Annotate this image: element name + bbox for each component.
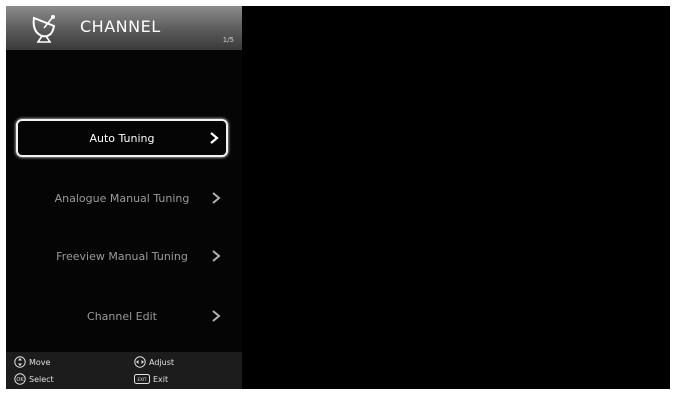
exit-key-text: EXIT (138, 377, 147, 382)
page-indicator: 1/5 (222, 36, 234, 44)
chevron-right-icon (210, 132, 219, 144)
ok-key-text: OK (16, 377, 24, 383)
chevron-right-icon (212, 250, 221, 262)
menu-item-label: Freeview Manual Tuning (56, 249, 188, 263)
ok-button-icon: OK (14, 373, 26, 385)
satellite-dish-icon (32, 15, 56, 43)
chevron-right-icon (212, 310, 221, 322)
menu-item-label: Channel Edit (87, 309, 157, 323)
menu-item-channel-edit[interactable]: Channel Edit (16, 297, 228, 335)
left-right-arrows-icon (134, 356, 146, 368)
hint-move-label: Move (29, 357, 51, 367)
hint-exit: EXIT Exit (134, 373, 168, 385)
exit-button-icon: EXIT (134, 374, 150, 384)
channel-menu-panel: CHANNEL 1/5 Auto Tuning Analogue Manual … (6, 6, 242, 389)
hint-select-label: Select (29, 374, 54, 384)
up-down-arrows-icon (14, 356, 26, 368)
button-hints-bar: Move OK Select Adjust EXIT Exit (6, 352, 242, 389)
menu-item-freeview-manual-tuning[interactable]: Freeview Manual Tuning (16, 237, 228, 275)
menu-item-label: Analogue Manual Tuning (54, 191, 190, 205)
chevron-right-icon (212, 192, 221, 204)
menu-item-analogue-manual-tuning[interactable]: Analogue Manual Tuning (16, 179, 228, 217)
hint-adjust: Adjust (134, 356, 174, 368)
hint-move: Move (14, 356, 50, 368)
menu-header: CHANNEL 1/5 (6, 6, 242, 50)
menu-item-label: Auto Tuning (89, 131, 155, 145)
page-title: CHANNEL (80, 17, 161, 36)
hint-select: OK Select (14, 373, 54, 385)
tv-screen: CHANNEL 1/5 Auto Tuning Analogue Manual … (6, 6, 670, 389)
hint-adjust-label: Adjust (149, 357, 175, 367)
menu-item-auto-tuning[interactable]: Auto Tuning (16, 119, 228, 157)
hint-exit-label: Exit (153, 374, 169, 384)
